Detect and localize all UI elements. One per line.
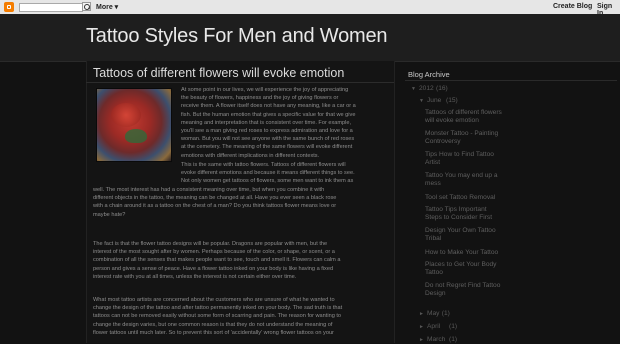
post-text-line: maybe hate? [93, 211, 126, 218]
post-text-line: person and gives a sense of peace. Have … [93, 265, 334, 272]
post-paragraph-1: At some point in our lives, we will expe… [181, 86, 391, 160]
post-text-line: receive them. A flower itself does not h… [181, 103, 356, 110]
post-text-line: meaning and interpretation that is consi… [181, 119, 352, 126]
post-text-line: you'll see a man giving red roses to exp… [181, 128, 353, 135]
post-text-line: Not only women get tattoos of flowers, s… [181, 178, 354, 185]
archive-month-link[interactable]: April [427, 323, 440, 331]
post-paragraph-2: This is the same with tattoo flowers. Ta… [181, 161, 391, 186]
post-text-line: evoke different emotions and because it … [181, 170, 355, 177]
archive-post-link-text: Monster Tattoo - Painting [425, 130, 499, 137]
post-paragraph-2-cont: well. The most interest has had a consis… [93, 186, 389, 219]
blog-title[interactable]: Tattoo Styles For Men and Women [86, 25, 388, 48]
archive-post-link[interactable]: Monster Tattoo - Painting Controversy [425, 130, 498, 146]
blogger-navbar: More ▾ Create Blog Sign In [0, 0, 620, 17]
archive-post-link-text: Tips How to Find Tattoo [425, 151, 494, 158]
archive-month-link[interactable]: May [427, 310, 439, 318]
post-title[interactable]: Tattoos of different flowers will evoke … [93, 66, 344, 80]
post-text-line: the beauty of flowers, happiness and the… [181, 95, 339, 102]
post-text-line: What most tattoo artists are concerned a… [93, 297, 335, 303]
archive-post-link-text: Tribal [425, 235, 442, 243]
archive-post-link[interactable]: Tool set Tattoo Removal [425, 194, 495, 202]
archive-post-link-text: Design [425, 290, 446, 298]
archive-post-link[interactable]: Design Your Own Tattoo Tribal [425, 227, 496, 243]
archive-post-link[interactable]: How to Make Your Tattoo [425, 249, 498, 257]
archive-post-link-text: Tattoo [425, 269, 443, 277]
archive-post-link-text: Do not Regret Find Tattoo [425, 282, 501, 289]
archive-post-link[interactable]: Places to Get Your Body Tattoo [425, 261, 496, 277]
blog-archive-heading: Blog Archive [408, 70, 450, 79]
archive-post-link-text: Tattoo You may end up a [425, 172, 498, 179]
month-expand-icon[interactable]: ► [419, 337, 424, 343]
post-image[interactable] [96, 88, 172, 162]
archive-month-count: (1) [449, 323, 458, 330]
create-blog-link[interactable]: Create Blog [553, 3, 592, 10]
year-toggle-icon[interactable]: ▼ [411, 86, 416, 92]
post-text-line: fish. But the human emotion that gives a… [181, 111, 356, 118]
archive-post-link-text: Places to Get Your Body [425, 261, 497, 268]
archive-post-link-text: Tattoo Tips Important [425, 206, 487, 213]
search-icon[interactable] [82, 2, 91, 11]
post-text-line: at the cemetery. The meaning of the same… [181, 144, 353, 151]
archive-post-link[interactable]: Do not Regret Find Tattoo Design [425, 282, 500, 298]
archive-post-link-text: will evoke emotion [425, 117, 479, 125]
archive-post-link-text: Tool set Tattoo Removal [425, 194, 496, 201]
post-text-line: different objects in the tattoo, the mea… [93, 195, 337, 202]
archive-post-link-text: Steps to Consider First [425, 214, 493, 222]
post-text-line: interest rate with you at all times, unl… [93, 273, 297, 280]
more-menu-button[interactable]: More ▾ [96, 3, 118, 11]
post-text-line: emotions with different implications in … [181, 152, 320, 159]
post-text-line: interest of the most sought after by wom… [93, 249, 335, 256]
archive-post-link-text: How to Make Your Tattoo [425, 249, 499, 256]
post-text-line: with a chain around it as a tattoo on th… [93, 203, 337, 210]
sidebar-divider [405, 80, 617, 81]
post-text-line: change the design of the tattoo and afte… [93, 305, 343, 312]
post-text-line: This is the same with tattoo flowers. Ta… [181, 162, 346, 168]
post-text-line: At some point in our lives, we will expe… [181, 87, 349, 93]
archive-post-link-text: Design Your Own Tattoo [425, 227, 496, 234]
post-text-line: tattoos can not be removed easily withou… [93, 313, 342, 320]
archive-year-2012[interactable]: 2012 [419, 85, 434, 93]
archive-month-count: (15) [446, 97, 458, 104]
post-paragraph-3: The fact is that the flower tattoo desig… [93, 240, 389, 281]
archive-post-link[interactable]: Tips How to Find Tattoo Artist [425, 151, 494, 167]
search-input[interactable] [19, 3, 83, 12]
post-text-line: combination of all the senses that makes… [93, 257, 341, 264]
archive-post-link[interactable]: Tattoo Tips Important Steps to Consider F… [425, 206, 492, 222]
post-divider [86, 82, 394, 83]
post-text-line: flower tattoos until much later. So to p… [93, 329, 334, 336]
month-expand-icon[interactable]: ► [419, 324, 424, 330]
post-text-line: well. The most interest has had a consis… [93, 187, 325, 193]
archive-month-june[interactable]: June [427, 97, 441, 105]
post-text-line: woman. But you will not see anyone with … [181, 136, 355, 143]
month-toggle-icon[interactable]: ▼ [419, 98, 424, 104]
blogger-logo-icon[interactable] [4, 2, 14, 12]
archive-post-link[interactable]: Tattoos of different flowers will evoke e… [425, 109, 502, 125]
archive-year-count: (16) [436, 85, 448, 92]
archive-post-link[interactable]: Tattoo You may end up a mess [425, 172, 498, 188]
archive-month-count: (1) [441, 310, 450, 317]
post-paragraph-4: What most tattoo artists are concerned a… [93, 296, 389, 337]
post-text-line: The fact is that the flower tattoo desig… [93, 241, 328, 247]
archive-post-link-text: Tattoos of different flowers [425, 109, 502, 116]
month-expand-icon[interactable]: ► [419, 311, 424, 317]
post-text-line: change the design varies, but one common… [93, 321, 333, 328]
archive-post-link-text: Artist [425, 159, 441, 167]
archive-post-link-text: mess [425, 180, 441, 188]
archive-post-link-text: Controversy [425, 138, 461, 146]
